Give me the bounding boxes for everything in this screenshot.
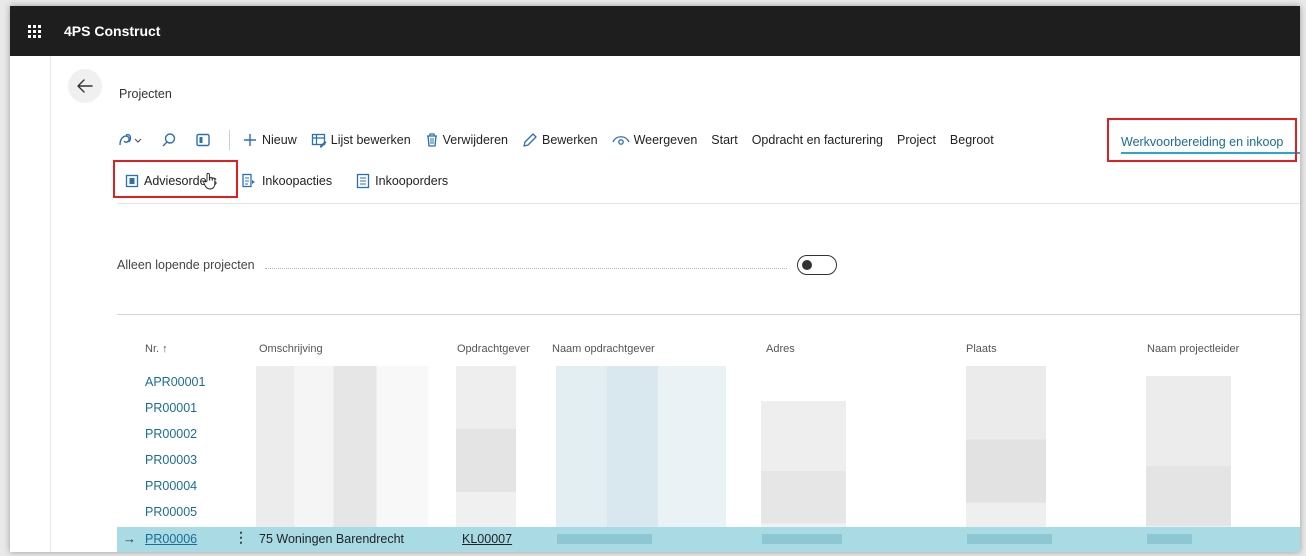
row-menu-button[interactable]: ⋮ [234, 529, 248, 546]
col-header-description[interactable]: Omschrijving [259, 343, 323, 355]
table-row[interactable]: PR00004 [117, 473, 1300, 499]
table-row[interactable]: PR00001 [117, 395, 1300, 421]
edit-button[interactable]: Bewerken [522, 132, 598, 148]
col-header-address[interactable]: Adres [766, 343, 795, 355]
layout-button[interactable] [195, 132, 215, 148]
blurred-selected-leader [1147, 534, 1192, 544]
app-title: 4PS Construct [64, 23, 161, 39]
page-content: Projecten Nieuw Lijst bewerken Verwijder… [50, 56, 1300, 552]
filter-leader-dots [264, 261, 787, 269]
app-window: 4PS Construct Projecten Nieuw Lijst bewe… [10, 6, 1300, 552]
row-nr-link[interactable]: PR00004 [145, 479, 197, 493]
search-button[interactable] [161, 132, 181, 148]
edit-list-icon [311, 133, 327, 148]
new-label: Nieuw [262, 133, 297, 147]
trash-icon [426, 133, 437, 147]
running-projects-toggle[interactable] [797, 255, 837, 275]
table-row[interactable]: PR00002 [117, 421, 1300, 447]
top-bar: 4PS Construct [10, 6, 1300, 56]
selected-row-nr-link[interactable]: PR00006 [145, 532, 197, 546]
table-row[interactable]: PR00003 [117, 447, 1300, 473]
action-bar: Nieuw Lijst bewerken Verwijderen Bewerke… [117, 128, 1008, 152]
col-header-customer-name[interactable]: Naam opdrachtgever [552, 343, 655, 355]
app-launcher-icon[interactable] [10, 6, 58, 56]
copilot-icon [119, 133, 142, 146]
eye-icon [611, 136, 630, 145]
col-header-customer[interactable]: Opdrachtgever [457, 343, 530, 355]
row-nr-link[interactable]: PR00005 [145, 505, 197, 519]
header-divider [117, 203, 1300, 204]
new-button[interactable]: Nieuw [242, 132, 297, 148]
purchase-orders-icon [356, 173, 370, 189]
toggle-knob [802, 260, 812, 270]
back-arrow-icon [77, 79, 93, 93]
highlight-box-adviesorders [113, 160, 238, 198]
selected-row-description: 75 Woningen Barendrecht [259, 532, 405, 546]
table-row[interactable]: APR00001 [117, 369, 1300, 395]
row-nr-link[interactable]: PR00003 [145, 453, 197, 467]
row-selector-arrow: → [123, 531, 136, 546]
col-header-city[interactable]: Plaats [966, 343, 997, 355]
purchase-actions-icon [242, 173, 255, 188]
filter-row: Alleen lopende projecten [117, 255, 837, 275]
table-row[interactable]: PR00005 [117, 499, 1300, 525]
delete-label: Verwijderen [442, 133, 508, 147]
toolbar-separator [229, 130, 230, 150]
purchase-orders-label: Inkooporders [375, 174, 449, 188]
tab-budget[interactable]: Begroot [950, 133, 994, 147]
tab-project[interactable]: Project [897, 133, 936, 147]
delete-button[interactable]: Verwijderen [425, 132, 508, 148]
page-title: Projecten [119, 87, 172, 101]
row-nr-link[interactable]: PR00002 [145, 427, 197, 441]
edit-list-label: Lijst bewerken [330, 133, 411, 147]
selected-row-customer[interactable]: KL00007 [462, 532, 512, 546]
search-icon [162, 133, 176, 147]
purchase-orders-button[interactable]: Inkooporders [356, 173, 448, 189]
view-label: Weergeven [633, 133, 698, 147]
tab-start[interactable]: Start [711, 133, 737, 147]
view-button[interactable]: Weergeven [611, 132, 698, 148]
filter-label: Alleen lopende projecten [117, 258, 255, 272]
row-nr-link[interactable]: APR00001 [145, 375, 205, 389]
tab-orders-invoicing[interactable]: Opdracht en facturering [752, 133, 883, 147]
hand-pointer-icon [203, 172, 216, 190]
back-button[interactable] [68, 69, 102, 103]
blurred-selected-address [762, 534, 842, 544]
row-nr-link[interactable]: PR00001 [145, 401, 197, 415]
layout-icon [196, 133, 210, 147]
pencil-icon [523, 133, 537, 147]
selected-table-row[interactable]: → PR00006 ⋮ 75 Woningen Barendrecht KL00… [117, 527, 1300, 552]
purchase-actions-label: Inkoopacties [261, 174, 333, 188]
highlight-box-tab [1107, 118, 1297, 162]
edit-label: Bewerken [541, 133, 598, 147]
col-header-project-leader[interactable]: Naam projectleider [1147, 343, 1239, 355]
col-header-nr[interactable]: Nr. ↑ [145, 343, 168, 355]
edit-list-button[interactable]: Lijst bewerken [311, 132, 411, 148]
plus-icon [244, 134, 256, 146]
blurred-selected-city [967, 534, 1052, 544]
section-divider [117, 314, 1300, 315]
copilot-button[interactable] [117, 132, 147, 148]
blurred-selected-name [557, 534, 652, 544]
purchase-actions-button[interactable]: Inkoopacties [241, 173, 332, 189]
